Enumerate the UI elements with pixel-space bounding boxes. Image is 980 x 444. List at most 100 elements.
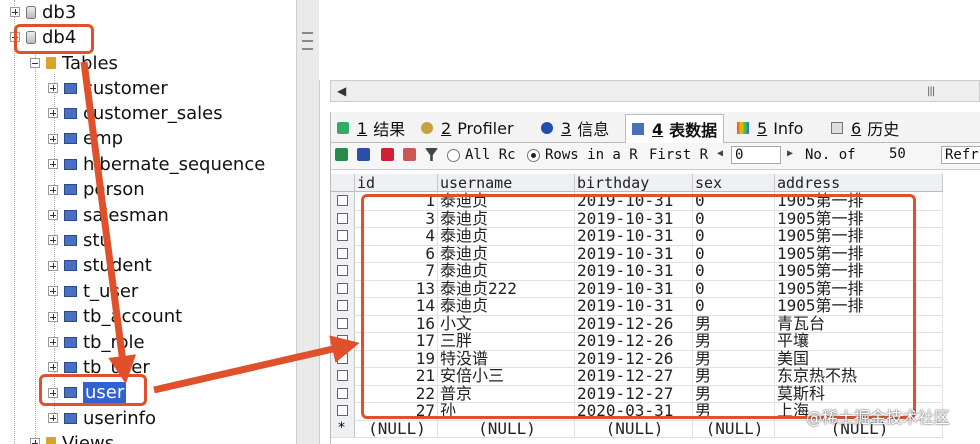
all-rows-radio[interactable]: [447, 149, 460, 162]
expand-icon[interactable]: [48, 413, 58, 424]
row-checkbox[interactable]: [337, 370, 348, 381]
grid-cell-username[interactable]: 泰迪贞: [438, 227, 575, 245]
add-row-icon[interactable]: [335, 148, 348, 161]
grid-cell-id[interactable]: 19: [355, 349, 438, 367]
grid-cell-username[interactable]: 普京: [438, 384, 575, 402]
tree-node-db4[interactable]: db4: [10, 25, 76, 49]
grid-cell-username[interactable]: 泰迪贞: [438, 297, 575, 315]
expand-icon[interactable]: [48, 260, 58, 271]
grid-cell-birthday[interactable]: 2019-12-26: [575, 332, 693, 350]
grid-cell-username[interactable]: 泰迪贞: [438, 192, 575, 210]
row-checkbox[interactable]: [337, 230, 348, 241]
next-page-icon[interactable]: ▶: [787, 148, 793, 159]
grid-cell-id[interactable]: 13: [355, 279, 438, 297]
tree-node-table[interactable]: tb_role: [48, 330, 145, 354]
grid-cell-null[interactable]: (NULL): [575, 419, 693, 437]
grid-cell-birthday[interactable]: 2019-10-31: [575, 279, 693, 297]
table-row[interactable]: 3 泰迪贞 2019-10-31 0 1905第一排: [331, 209, 943, 228]
grid-cell-sex[interactable]: 男: [693, 402, 775, 420]
row-checkbox[interactable]: [337, 387, 348, 399]
rows-in-range-radio[interactable]: [527, 149, 540, 162]
delete-row-icon[interactable]: [381, 148, 394, 161]
grid-cell-username[interactable]: 安倍小三: [438, 367, 575, 385]
grid-cell-sex[interactable]: 0: [693, 227, 775, 245]
tree-node-table[interactable]: hibernate_sequence: [48, 152, 265, 176]
tab-table-data[interactable]: 4 表数据: [625, 114, 725, 143]
grid-cell-username[interactable]: 泰迪贞: [438, 244, 575, 262]
grid-cell-id[interactable]: 1: [355, 192, 438, 210]
grid-cell-address[interactable]: 1905第一排: [775, 279, 943, 297]
column-header-birthday[interactable]: birthday: [575, 174, 693, 192]
row-header[interactable]: [331, 297, 355, 315]
grid-cell-address[interactable]: 1905第一排: [775, 244, 943, 262]
filter-icon[interactable]: [425, 148, 438, 161]
row-header[interactable]: [331, 349, 355, 367]
tree-node-tables[interactable]: Tables: [30, 51, 118, 75]
grid-cell-sex[interactable]: 0: [693, 279, 775, 297]
expand-icon[interactable]: [48, 337, 58, 347]
table-row[interactable]: 14 泰迪贞 2019-10-31 0 1905第一排: [331, 297, 943, 316]
grid-cell-birthday[interactable]: 2019-10-31: [575, 244, 693, 262]
grid-cell-address[interactable]: 1905第一排: [775, 262, 943, 280]
grid-cell-null[interactable]: (NULL): [438, 419, 575, 437]
row-checkbox[interactable]: [337, 195, 348, 206]
expand-icon[interactable]: [48, 210, 58, 220]
expand-icon[interactable]: [48, 362, 58, 373]
grid-cell-address[interactable]: 1905第一排: [775, 192, 943, 210]
row-checkbox[interactable]: [337, 335, 348, 346]
expand-icon[interactable]: [48, 83, 58, 93]
row-checkbox[interactable]: [337, 265, 348, 276]
expand-icon[interactable]: [48, 133, 58, 144]
expand-icon[interactable]: [48, 387, 58, 398]
table-row[interactable]: 7 泰迪贞 2019-10-31 0 1905第一排: [331, 262, 943, 281]
expand-icon[interactable]: [48, 108, 58, 119]
row-header[interactable]: [331, 279, 355, 297]
grid-cell-username[interactable]: 孙: [438, 402, 575, 420]
grid-cell-sex[interactable]: 男: [693, 367, 775, 385]
table-row[interactable]: 22 普京 2019-12-27 男莫斯科: [331, 384, 943, 403]
tree-node-table[interactable]: student: [48, 254, 152, 278]
tree-node-table[interactable]: userinfo: [48, 406, 156, 430]
horizontal-scrollbar[interactable]: ◀ |||: [330, 80, 980, 102]
row-header[interactable]: [331, 314, 355, 332]
grid-cell-sex[interactable]: 0: [693, 192, 775, 210]
tree-node-table[interactable]: emp: [48, 127, 123, 151]
grid-cell-birthday[interactable]: 2019-10-31: [575, 262, 693, 280]
scroll-left-arrow-icon[interactable]: ◀: [337, 84, 346, 98]
row-header[interactable]: [331, 192, 355, 210]
table-row[interactable]: 1 泰迪贞 2019-10-31 0 1905第一排: [331, 192, 943, 211]
column-header-address[interactable]: address: [775, 174, 943, 192]
grid-cell-birthday[interactable]: 2019-10-31: [575, 227, 693, 245]
grid-cell-sex[interactable]: 0: [693, 244, 775, 262]
grid-cell-username[interactable]: 特没谱: [438, 349, 575, 367]
refresh-button[interactable]: Refr: [941, 146, 980, 164]
row-header[interactable]: [331, 332, 355, 350]
expand-icon[interactable]: [48, 311, 58, 322]
grid-cell-address[interactable]: 莫斯科: [775, 384, 943, 402]
expand-icon[interactable]: [30, 438, 40, 444]
expand-icon[interactable]: [48, 184, 58, 195]
row-header[interactable]: [331, 227, 355, 245]
row-checkbox[interactable]: [337, 405, 348, 416]
grid-cell-address[interactable]: 1905第一排: [775, 297, 943, 315]
tree-node-table[interactable]: customer_sales: [48, 101, 223, 125]
tree-node-table[interactable]: stu: [48, 228, 111, 252]
row-header[interactable]: [331, 262, 355, 280]
table-row[interactable]: 6 泰迪贞 2019-10-31 0 1905第一排: [331, 244, 943, 263]
grid-cell-null[interactable]: (NULL): [355, 419, 438, 437]
table-row[interactable]: 17 三胖 2019-12-26 男平壤: [331, 332, 943, 351]
grid-cell-address[interactable]: 1905第一排: [775, 209, 943, 227]
row-header[interactable]: [331, 244, 355, 262]
row-checkbox[interactable]: [337, 317, 348, 329]
grid-cell-birthday[interactable]: 2019-10-31: [575, 209, 693, 227]
row-checkbox[interactable]: [337, 282, 348, 294]
tree-node-table[interactable]: tb_account: [48, 305, 182, 329]
row-checkbox[interactable]: [337, 300, 348, 311]
grid-cell-sex[interactable]: 男: [693, 314, 775, 332]
grid-cell-sex[interactable]: 男: [693, 349, 775, 367]
grid-cell-sex[interactable]: 0: [693, 297, 775, 315]
table-row[interactable]: 21 安倍小三 2019-12-27 男东京热不热: [331, 367, 943, 386]
grid-cell-username[interactable]: 小文: [438, 314, 575, 332]
tree-node-table[interactable]: customer: [48, 76, 168, 100]
grid-cell-address[interactable]: 1905第一排: [775, 227, 943, 245]
